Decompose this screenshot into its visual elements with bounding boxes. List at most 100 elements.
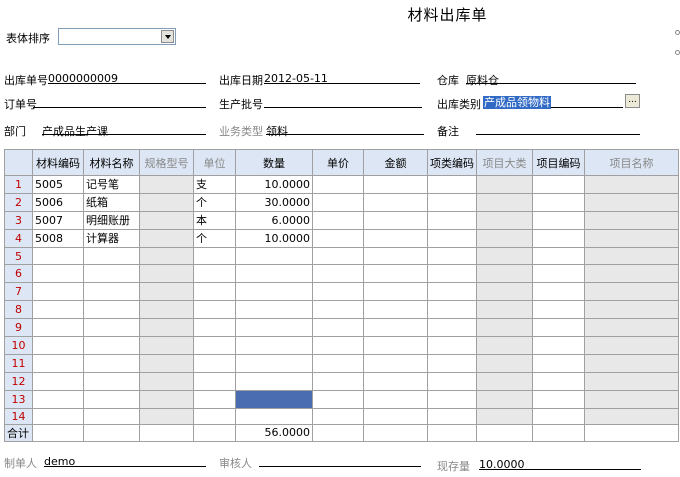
table-cell[interactable]	[532, 175, 585, 194]
table-cell[interactable]	[363, 246, 428, 266]
warehouse-field[interactable]: 原料仓	[466, 72, 636, 87]
table-cell[interactable]: 个	[193, 192, 236, 212]
table-cell[interactable]	[312, 282, 364, 302]
table-cell[interactable]	[476, 228, 533, 248]
table-cell[interactable]	[139, 228, 194, 248]
table-cell[interactable]	[139, 264, 194, 284]
type-browse-button[interactable]: ...	[625, 94, 640, 108]
table-cell[interactable]	[363, 175, 428, 194]
table-cell[interactable]	[427, 318, 477, 338]
table-cell[interactable]	[476, 336, 533, 355]
table-cell[interactable]	[32, 282, 84, 302]
table-row[interactable]: 14	[4, 407, 679, 425]
table-row[interactable]: 11	[4, 353, 679, 373]
table-cell[interactable]	[427, 300, 477, 320]
table-cell[interactable]	[193, 353, 236, 373]
table-cell[interactable]	[312, 175, 364, 194]
table-cell[interactable]	[139, 175, 194, 194]
table-cell[interactable]	[235, 246, 313, 266]
table-cell[interactable]	[83, 353, 140, 373]
table-cell[interactable]	[427, 228, 477, 248]
table-cell[interactable]	[476, 353, 533, 373]
table-cell[interactable]	[363, 282, 428, 302]
table-cell[interactable]	[235, 407, 313, 425]
table-cell[interactable]	[193, 371, 236, 391]
table-cell[interactable]	[427, 175, 477, 194]
table-cell[interactable]	[83, 371, 140, 391]
doc-no-field[interactable]: 0000000009	[48, 72, 206, 85]
table-cell[interactable]	[363, 264, 428, 284]
table-cell[interactable]	[532, 264, 585, 284]
table-cell[interactable]	[32, 389, 84, 409]
table-cell[interactable]	[312, 210, 364, 230]
column-header[interactable]: 金额	[363, 149, 428, 176]
table-cell[interactable]	[363, 371, 428, 391]
table-cell[interactable]	[476, 192, 533, 212]
table-cell[interactable]	[32, 353, 84, 373]
column-header[interactable]: 单位	[193, 149, 236, 176]
table-cell[interactable]	[532, 210, 585, 230]
table-cell[interactable]: 个	[193, 228, 236, 248]
table-cell[interactable]	[476, 264, 533, 284]
table-row[interactable]: 6	[4, 264, 679, 284]
table-cell[interactable]	[476, 389, 533, 409]
table-cell[interactable]	[32, 246, 84, 266]
table-cell[interactable]	[363, 353, 428, 373]
table-cell[interactable]	[235, 300, 313, 320]
table-cell[interactable]	[584, 192, 679, 212]
table-cell[interactable]	[193, 407, 236, 425]
table-cell[interactable]: 本	[193, 210, 236, 230]
table-cell[interactable]	[312, 228, 364, 248]
table-cell[interactable]	[584, 228, 679, 248]
table-row[interactable]: 7	[4, 282, 679, 302]
row-number[interactable]: 8	[4, 300, 33, 320]
column-header[interactable]: 项目名称	[584, 149, 679, 176]
table-cell[interactable]	[427, 264, 477, 284]
table-cell[interactable]	[584, 353, 679, 373]
column-header[interactable]: 项目大类	[476, 149, 533, 176]
table-cell[interactable]	[312, 192, 364, 212]
table-cell[interactable]	[427, 389, 477, 409]
table-cell[interactable]	[312, 318, 364, 338]
table-cell[interactable]	[363, 318, 428, 338]
table-cell[interactable]	[363, 192, 428, 212]
table-row[interactable]: 13	[4, 389, 679, 409]
table-row[interactable]: 10	[4, 336, 679, 355]
table-cell[interactable]	[32, 371, 84, 391]
table-cell[interactable]	[584, 264, 679, 284]
table-cell[interactable]	[139, 389, 194, 409]
biz-type-field[interactable]: 领料	[266, 123, 424, 138]
table-cell[interactable]	[584, 300, 679, 320]
column-header[interactable]: 材料名称	[83, 149, 140, 176]
table-cell[interactable]: 明细账册	[83, 210, 140, 230]
table-cell[interactable]	[427, 353, 477, 373]
table-cell[interactable]: 计算器	[83, 228, 140, 248]
row-number[interactable]: 9	[4, 318, 33, 338]
table-cell[interactable]: 6.0000	[235, 210, 313, 230]
table-cell[interactable]	[235, 282, 313, 302]
table-cell[interactable]: 10.0000	[235, 175, 313, 194]
table-cell[interactable]	[83, 246, 140, 266]
row-number[interactable]: 14	[4, 407, 33, 425]
table-cell[interactable]	[139, 300, 194, 320]
row-number[interactable]: 1	[4, 175, 33, 194]
table-cell[interactable]	[193, 389, 236, 409]
date-field[interactable]: 2012-05-11	[264, 72, 420, 85]
table-cell[interactable]	[532, 300, 585, 320]
table-cell[interactable]	[32, 264, 84, 284]
table-cell[interactable]: 纸箱	[83, 192, 140, 212]
order-no-field[interactable]	[33, 96, 206, 108]
column-header[interactable]: 材料编码	[32, 149, 84, 176]
table-cell[interactable]	[476, 246, 533, 266]
table-cell[interactable]	[363, 210, 428, 230]
table-cell[interactable]	[312, 246, 364, 266]
table-cell[interactable]	[139, 192, 194, 212]
table-cell[interactable]	[427, 282, 477, 302]
table-cell[interactable]	[235, 353, 313, 373]
table-cell[interactable]	[532, 407, 585, 425]
table-cell[interactable]	[139, 353, 194, 373]
row-number[interactable]: 13	[4, 389, 33, 409]
row-number[interactable]: 2	[4, 192, 33, 212]
table-cell[interactable]	[32, 318, 84, 338]
table-cell[interactable]	[476, 282, 533, 302]
